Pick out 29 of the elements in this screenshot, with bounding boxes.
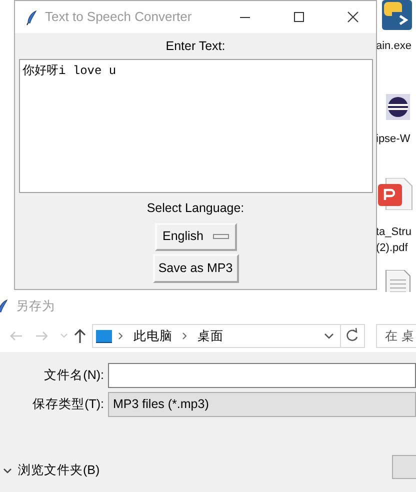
breadcrumb-chevron-icon: [118, 332, 124, 340]
language-dropdown[interactable]: English: [154, 222, 236, 250]
desktop-icon-label: ipse-W: [376, 132, 410, 147]
text-label: Enter Text:: [166, 38, 226, 55]
up-arrow-icon[interactable]: [72, 329, 88, 343]
computer-icon: [96, 330, 112, 342]
desktop-icon-label: ta_Stru: [376, 225, 412, 240]
file-type-dropdown[interactable]: MP3 files (*.mp3): [108, 392, 416, 416]
feather-icon: [0, 297, 8, 315]
search-field[interactable]: 在 桌: [376, 324, 416, 348]
file-type-label: 保存类型(T):: [32, 396, 105, 413]
breadcrumb[interactable]: 桌面: [193, 326, 228, 346]
dropdown-indicator-icon: [212, 234, 228, 240]
save-button[interactable]: Save as MP3: [152, 254, 238, 282]
feather-icon: [25, 8, 37, 26]
breadcrumb-chevron-icon: [182, 332, 188, 340]
dialog-title: 另存为: [16, 298, 55, 315]
window-title: Text to Speech Converter: [45, 8, 192, 26]
file-name-field[interactable]: [108, 362, 416, 388]
breadcrumb[interactable]: 此电脑: [129, 326, 176, 346]
address-bar[interactable]: 此电脑 桌面: [92, 324, 365, 348]
file-name-label: 文件名(N):: [43, 366, 105, 384]
chevron-down-icon: [3, 468, 12, 474]
text-area[interactable]: 你好呀i love u: [18, 58, 372, 193]
language-label: Select Language:: [146, 200, 244, 217]
desktop-icon-label: (2).pdf: [376, 241, 408, 256]
chevron-down-icon[interactable]: [324, 333, 334, 339]
desktop-icon-label: ain.exe: [376, 39, 412, 54]
browse-folders-toggle[interactable]: 浏览文件夹(B): [0, 461, 416, 480]
